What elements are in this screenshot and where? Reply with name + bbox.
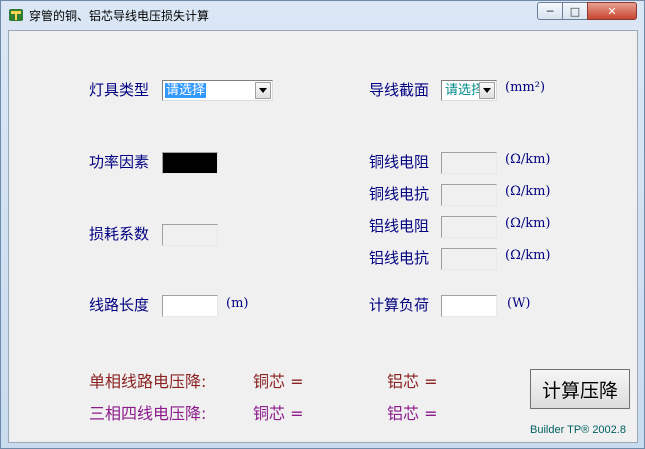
close-button[interactable]: ✕ (587, 2, 637, 20)
lamp-type-selected: 请选择 (165, 83, 207, 98)
al-reactance-label: 铝线电抗 (369, 249, 430, 267)
loss-coef-label: 损耗系数 (89, 225, 150, 243)
cu-reactance-field[interactable] (441, 184, 497, 206)
close-icon: ✕ (607, 4, 617, 18)
title-bar[interactable]: 穿管的铜、铝芯导线电压损失计算 ─ □ ✕ (1, 1, 644, 29)
power-factor-label: 功率因素 (89, 153, 150, 171)
cross-section-label: 导线截面 (369, 81, 430, 99)
cross-section-selected: 请选择 (445, 83, 482, 98)
single-phase-copper: 铜芯 = (253, 372, 304, 391)
cu-resistance-label: 铜线电阻 (369, 153, 430, 171)
al-resistance-field[interactable] (441, 216, 497, 238)
single-phase-label: 单相线路电压降: (89, 372, 207, 391)
three-phase-aluminum: 铝芯 = (387, 404, 438, 423)
chevron-down-icon[interactable] (479, 82, 495, 99)
app-window: 穿管的铜、铝芯导线电压损失计算 ─ □ ✕ 灯具类型 请选择 功率因素 损耗系数… (0, 0, 645, 449)
maximize-icon: □ (569, 4, 581, 18)
minimize-icon: ─ (546, 4, 554, 18)
calculate-button[interactable]: 计算压降 (530, 369, 630, 409)
three-phase-copper: 铜芯 = (253, 404, 304, 423)
loss-coef-field[interactable] (162, 224, 218, 246)
cross-section-unit: (mm²) (505, 80, 546, 95)
credit-text: Builder TP® 2002.8 (530, 424, 626, 436)
single-phase-aluminum: 铝芯 = (387, 372, 438, 391)
line-length-label: 线路长度 (89, 296, 150, 314)
three-phase-label: 三相四线电压降: (89, 404, 207, 423)
power-factor-field[interactable] (162, 152, 218, 174)
calc-load-label: 计算负荷 (369, 296, 430, 314)
cu-resistance-field[interactable] (441, 152, 497, 174)
app-icon (9, 9, 23, 21)
al-reactance-unit: (Ω/km) (505, 248, 551, 263)
line-length-input[interactable] (162, 295, 218, 317)
cross-section-select[interactable]: 请选择 (441, 80, 497, 101)
al-reactance-field[interactable] (441, 248, 497, 270)
calc-load-unit: (W) (507, 296, 531, 311)
cu-reactance-label: 铜线电抗 (369, 185, 430, 203)
al-resistance-label: 铝线电阻 (369, 217, 430, 235)
form-panel: 灯具类型 请选择 功率因素 损耗系数 线路长度 (m) 导线截面 请选择 (mm… (8, 30, 638, 443)
line-length-unit: (m) (226, 296, 249, 311)
lamp-type-select[interactable]: 请选择 (162, 80, 273, 101)
calc-load-input[interactable] (441, 295, 497, 317)
chevron-down-icon[interactable] (255, 82, 271, 99)
window-title: 穿管的铜、铝芯导线电压损失计算 (29, 9, 210, 23)
al-resistance-unit: (Ω/km) (505, 216, 551, 231)
lamp-type-label: 灯具类型 (89, 81, 150, 99)
cu-resistance-unit: (Ω/km) (505, 152, 551, 167)
maximize-button[interactable]: □ (562, 2, 588, 20)
minimize-button[interactable]: ─ (537, 2, 563, 20)
cu-reactance-unit: (Ω/km) (505, 184, 551, 199)
